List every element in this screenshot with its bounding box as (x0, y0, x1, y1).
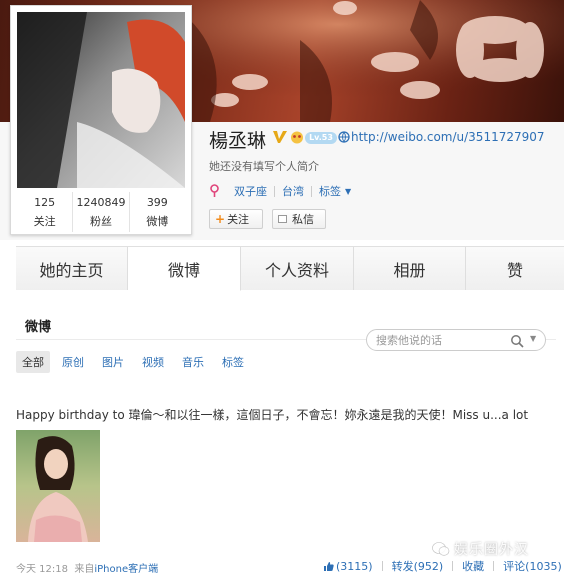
stat-following[interactable]: 125 关注 (17, 192, 74, 232)
level-badge[interactable]: Lv.53 (305, 132, 337, 144)
source-prefix: 来自 (74, 564, 95, 575)
plus-icon: + (215, 212, 226, 226)
watermark: 娱乐圈外汉 (432, 539, 529, 559)
filter-all[interactable]: 全部 (16, 350, 50, 373)
post-search: ▼ (366, 329, 546, 351)
profile-url[interactable]: http://weibo.com/u/3511727907 (351, 130, 545, 144)
stat-value: 1240849 (76, 196, 126, 209)
link-icon (338, 131, 350, 143)
message-label: 私信 (292, 213, 314, 226)
divider (381, 561, 383, 571)
stat-value: 125 (34, 196, 56, 209)
filter-original[interactable]: 原创 (62, 354, 84, 370)
verified-v-icon[interactable] (272, 129, 288, 145)
profile-tabs: 她的主页 微博 个人资料 相册 赞 (16, 246, 564, 291)
profile-stats: 125 关注 1240849 粉丝 399 微博 (17, 192, 185, 232)
stat-value: 399 (146, 196, 168, 209)
thumbs-up-icon[interactable] (323, 561, 334, 572)
divider (274, 185, 275, 197)
chevron-down-icon[interactable]: ▼ (530, 334, 536, 343)
tag-label[interactable]: 标签 (319, 183, 341, 199)
profile-name: 楊丞琳 (209, 130, 267, 152)
profile-tags: 双子座 台湾 标签 ▼ (209, 183, 351, 199)
post-filters: 全部 原创 图片 视频 音乐 标签 (16, 350, 262, 373)
divider (452, 561, 454, 571)
tab-album[interactable]: 相册 (354, 247, 466, 290)
watermark-text: 娱乐圈外汉 (454, 542, 529, 558)
filter-music[interactable]: 音乐 (182, 354, 204, 370)
profile-bio: 她还没有填写个人简介 (209, 160, 319, 173)
chevron-down-icon[interactable]: ▼ (345, 187, 351, 196)
comment-link[interactable]: 评论(1035) (503, 558, 562, 574)
follow-button[interactable]: + 关注 (209, 209, 263, 229)
follow-label: 关注 (227, 213, 250, 226)
stat-followers[interactable]: 1240849 粉丝 (73, 192, 130, 232)
search-input[interactable] (376, 333, 506, 347)
search-icon[interactable] (510, 334, 524, 348)
like-count[interactable]: (3115) (336, 560, 373, 573)
stat-label: 微博 (146, 215, 169, 228)
post-time[interactable]: 今天 12:18 (16, 564, 68, 575)
filter-images[interactable]: 图片 (102, 354, 124, 370)
stat-label: 粉丝 (89, 215, 112, 228)
tab-weibo[interactable]: 微博 (128, 247, 241, 291)
post-meta: 今天 12:18 来自iPhone客户端 (16, 560, 158, 575)
vip-emoji-icon[interactable] (290, 131, 304, 144)
stat-label: 关注 (33, 215, 56, 228)
repost-link[interactable]: 转发(952) (392, 558, 444, 574)
tab-home[interactable]: 她的主页 (16, 247, 128, 290)
avatar-card: 125 关注 1240849 粉丝 399 微博 (10, 5, 192, 235)
stat-posts[interactable]: 399 微博 (130, 192, 185, 232)
section-title: 微博 (25, 320, 52, 335)
tab-likes[interactable]: 赞 (466, 247, 564, 290)
filter-videos[interactable]: 视频 (142, 354, 164, 370)
post-source[interactable]: iPhone客户端 (94, 564, 158, 575)
tab-profile[interactable]: 个人资料 (241, 247, 354, 290)
favorite-link[interactable]: 收藏 (462, 558, 484, 574)
divider (493, 561, 495, 571)
tag-location[interactable]: 台湾 (282, 183, 304, 199)
tag-zodiac[interactable]: 双子座 (234, 183, 267, 199)
avatar[interactable] (17, 12, 185, 188)
filter-tags[interactable]: 标签 (222, 354, 244, 370)
divider (311, 185, 312, 197)
message-button[interactable]: 私信 (272, 209, 326, 229)
post-text: Happy birthday to 瑋倫～和以往一樣，這個日子，不會忘！妳永遠是… (16, 408, 529, 422)
chat-bubble-icon (432, 542, 450, 556)
location-pin-icon (210, 184, 219, 197)
post-image[interactable] (16, 430, 100, 542)
mail-icon (278, 215, 287, 223)
post-actions: (3115) 转发(952) 收藏 评论(1035) (323, 558, 562, 574)
